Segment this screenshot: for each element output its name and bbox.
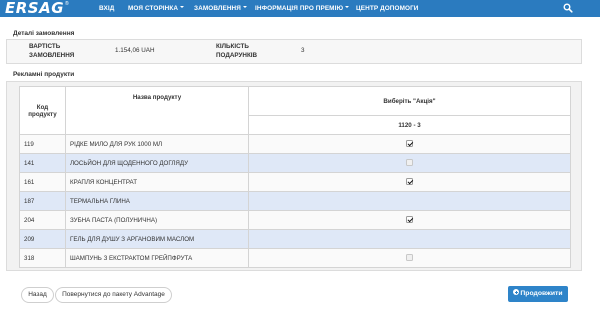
nav-help-center[interactable]: ЦЕНТР ДОПОМОГИ — [356, 0, 419, 17]
product-name: КРАПЛЯ КОНЦЕНТРАТ — [65, 172, 249, 192]
promo-checkbox-disabled — [406, 159, 413, 167]
col-header-code-line1: Код — [36, 103, 49, 111]
return-to-package-label: Повернутися до пакету Advantage — [62, 291, 165, 298]
nav-login-label: ВХІД — [99, 5, 115, 12]
order-total-label-line2: ЗАМОВЛЕННЯ — [29, 52, 75, 59]
product-name: ШАМПУНЬ З ЕКСТРАКТОМ ГРЕЙПФРУТА — [65, 248, 249, 268]
product-name: ЗУБНА ПАСТА (ПОЛУНИЧНА) — [65, 210, 249, 230]
product-code: 209 — [19, 229, 66, 249]
promo-checkbox[interactable] — [406, 216, 413, 224]
order-total-label: ВАРТІСТЬ ЗАМОВЛЕННЯ — [29, 42, 74, 60]
promo-checkbox-disabled — [406, 254, 413, 262]
col-header-select: Виберіть "Акція" — [248, 86, 571, 116]
search-icon[interactable] — [563, 3, 573, 13]
table-row: 141 ЛОСЬЙОН ДЛЯ ЩОДЕННОГО ДОГЛЯДУ — [19, 153, 571, 173]
col-header-code: Код продукту — [19, 86, 66, 135]
gift-count-label-line1: КІЛЬКІСТЬ — [216, 43, 249, 50]
select-cell — [248, 210, 571, 230]
product-code: 318 — [19, 248, 66, 268]
table-row: 209 ГЕЛЬ ДЛЯ ДУШУ З АРГАНОВИМ МАСЛОМ — [19, 229, 571, 249]
back-button[interactable]: Назад — [21, 287, 54, 303]
product-code: 204 — [19, 210, 66, 230]
back-button-label: Назад — [28, 291, 47, 298]
select-cell — [248, 172, 571, 192]
table-row: 318 ШАМПУНЬ З ЕКСТРАКТОМ ГРЕЙПФРУТА — [19, 248, 571, 268]
table-header-row: Код продукту Назва продукту Виберіть "Ак… — [19, 86, 571, 135]
table-row: 204 ЗУБНА ПАСТА (ПОЛУНИЧНА) — [19, 210, 571, 230]
promo-checkbox[interactable] — [406, 178, 413, 186]
gift-count-value: 3 — [301, 47, 305, 54]
continue-button-label: Продовжити — [520, 290, 563, 297]
brand-name: ERSAG — [5, 0, 65, 17]
select-cell — [248, 229, 571, 249]
nav-bonus-info-label: ІНФОРМАЦІЯ ПРО ПРЕМІЮ — [255, 5, 344, 12]
order-total-label-line1: ВАРТІСТЬ — [29, 43, 61, 50]
product-name: ГЕЛЬ ДЛЯ ДУШУ З АРГАНОВИМ МАСЛОМ — [65, 229, 249, 249]
promo-products-table: Код продукту Назва продукту Виберіть "Ак… — [19, 86, 571, 268]
col-header-name: Назва продукту — [65, 86, 249, 135]
table-row: 119 РІДКЕ МИЛО ДЛЯ РУК 1000 МЛ — [19, 134, 571, 154]
order-details-panel: ВАРТІСТЬ ЗАМОВЛЕННЯ 1.154,06 UAH КІЛЬКІС… — [6, 39, 582, 64]
chevron-down-icon — [242, 6, 247, 9]
product-name: РІДКЕ МИЛО ДЛЯ РУК 1000 МЛ — [65, 134, 249, 154]
registered-mark: ® — [65, 0, 69, 7]
order-details-title: Деталі замовлення — [13, 30, 75, 37]
brand-logo[interactable]: ERSAG ® — [5, 0, 69, 17]
nav-orders[interactable]: ЗАМОВЛЕННЯ — [194, 0, 247, 17]
nav-bonus-info[interactable]: ІНФОРМАЦІЯ ПРО ПРЕМІЮ — [255, 0, 350, 17]
select-cell — [248, 134, 571, 154]
product-code: 141 — [19, 153, 66, 173]
return-to-package-button[interactable]: Повернутися до пакету Advantage — [55, 287, 172, 303]
promo-checkbox[interactable] — [406, 140, 413, 148]
top-navbar: ERSAG ® ВХІД МОЯ СТОРІНКА ЗАМОВЛЕННЯ ІНФ… — [0, 0, 600, 17]
select-cell — [248, 248, 571, 268]
table-row: 161 КРАПЛЯ КОНЦЕНТРАТ — [19, 172, 571, 192]
plus-circle-icon — [513, 289, 520, 296]
order-total-value: 1.154,06 UAH — [115, 47, 155, 54]
nav-my-page-label: МОЯ СТОРІНКА — [128, 5, 179, 12]
product-code: 161 — [19, 172, 66, 192]
select-cell — [248, 153, 571, 173]
nav-my-page[interactable]: МОЯ СТОРІНКА — [128, 0, 185, 17]
nav-orders-label: ЗАМОВЛЕННЯ — [194, 5, 241, 12]
product-name: ТЕРМАЛЬНА ГЛИНА — [65, 191, 249, 211]
product-code: 187 — [19, 191, 66, 211]
table-row: 187 ТЕРМАЛЬНА ГЛИНА — [19, 191, 571, 211]
promo-products-title: Рекламні продукти — [13, 71, 75, 78]
product-name: ЛОСЬЙОН ДЛЯ ЩОДЕННОГО ДОГЛЯДУ — [65, 153, 249, 173]
col-header-code-line2: продукту — [28, 110, 57, 118]
select-cell — [248, 191, 571, 211]
nav-help-center-label: ЦЕНТР ДОПОМОГИ — [356, 5, 419, 12]
gift-count-label-line2: ПОДАРУНКІВ — [216, 52, 258, 59]
nav-login[interactable]: ВХІД — [99, 0, 114, 17]
chevron-down-icon — [345, 6, 350, 9]
chevron-down-icon — [180, 6, 185, 9]
product-code: 119 — [19, 134, 66, 154]
promo-code-header: 1120 - 3 — [248, 115, 571, 135]
gift-count-label: КІЛЬКІСТЬ ПОДАРУНКІВ — [216, 42, 257, 60]
continue-button[interactable]: Продовжити — [508, 286, 568, 302]
